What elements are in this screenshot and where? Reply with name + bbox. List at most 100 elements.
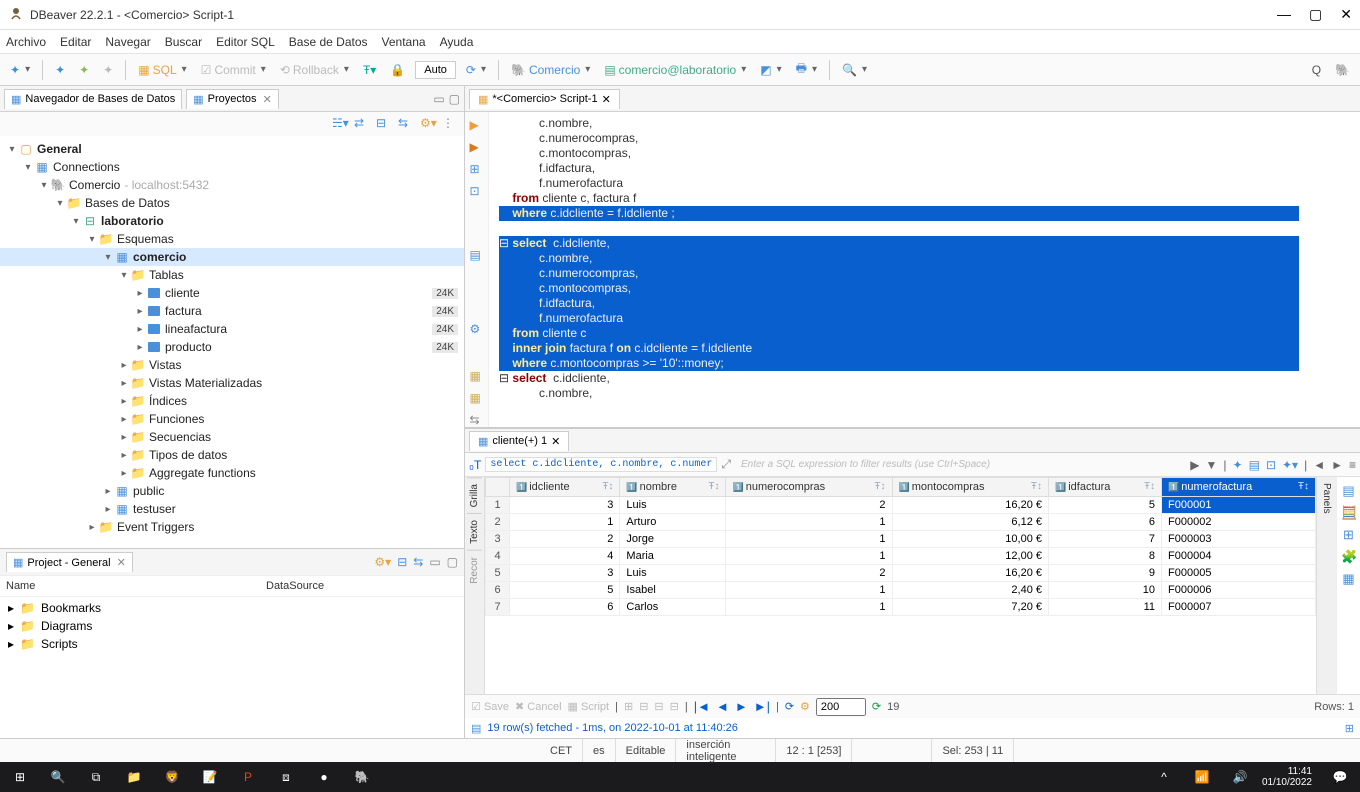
tree-node-general[interactable]: ▾▢General xyxy=(0,140,464,158)
settings-icon[interactable]: ⚙▾ xyxy=(374,555,391,569)
panel-refs-icon[interactable]: ▦ xyxy=(1341,571,1356,587)
execute-plan-icon[interactable]: ⊞ xyxy=(470,162,484,176)
results-grid[interactable]: 1️⃣idclienteŦ↕1️⃣nombreŦ↕1️⃣numerocompra… xyxy=(485,477,1316,694)
minimize-panel-button[interactable]: ▭ xyxy=(433,92,444,106)
col-numerocompras[interactable]: 1️⃣numerocomprasŦ↕ xyxy=(726,478,892,497)
minimize-button[interactable]: — xyxy=(1277,6,1291,23)
col-idfactura[interactable]: 1️⃣idfacturaŦ↕ xyxy=(1049,478,1162,497)
txn-log-button[interactable]: ⟳ xyxy=(462,61,490,79)
column-name[interactable]: Name xyxy=(6,580,266,592)
auto-commit-combo[interactable]: Auto xyxy=(415,61,456,79)
editor-text-area[interactable]: c.nombre, c.numerocompras, c.montocompra… xyxy=(489,112,1360,427)
print-button[interactable]: 🖶 xyxy=(792,57,821,82)
disconnect-button[interactable]: ✦ xyxy=(75,61,93,79)
menu-editar[interactable]: Editar xyxy=(60,35,91,49)
auto-refresh-icon[interactable]: ⚙ xyxy=(800,700,810,713)
close-icon[interactable]: ✕ xyxy=(117,556,126,569)
tab-db-navigator[interactable]: ▦Navegador de Bases de Datos xyxy=(4,89,182,109)
save-filter-icon[interactable]: ✦ xyxy=(1233,458,1243,472)
menu-buscar[interactable]: Buscar xyxy=(165,35,202,49)
table-row[interactable]: 2 1 Arturo 1 6,12 € 6 F000002 xyxy=(486,514,1316,531)
col-nombre[interactable]: 1️⃣nombreŦ↕ xyxy=(620,478,726,497)
menu-ayuda[interactable]: Ayuda xyxy=(440,35,474,49)
connect-button[interactable]: ✦ xyxy=(51,61,69,79)
collapse-icon[interactable]: ⊟ xyxy=(376,116,392,132)
collapse-icon[interactable]: ⊟ xyxy=(397,555,407,569)
fetch-size-input[interactable] xyxy=(816,698,866,716)
tree-node-comercio[interactable]: ▾🐘Comercio- localhost:5432 xyxy=(0,176,464,194)
close-icon[interactable]: ✕ xyxy=(263,93,272,106)
tree-node-laboratorio[interactable]: ▾⊟laboratorio xyxy=(0,212,464,230)
prev-page-icon[interactable]: ◄ xyxy=(716,699,729,714)
maximize-panel-button[interactable]: ▢ xyxy=(447,555,458,569)
tab-result-cliente[interactable]: ▦cliente(+) 1✕ xyxy=(469,431,569,451)
link-icon[interactable]: ⇆ xyxy=(470,413,484,427)
apply-filter-icon[interactable]: ▶ xyxy=(1190,458,1199,472)
rollback-button[interactable]: ⟲ Rollback xyxy=(276,61,353,79)
filter-connections-icon[interactable]: ☵▾ xyxy=(332,116,348,132)
search-button[interactable]: 🔍 xyxy=(838,61,871,79)
column-datasource[interactable]: DataSource xyxy=(266,580,324,592)
next-page-icon[interactable]: ► xyxy=(735,699,748,714)
prev-icon[interactable]: ◄ xyxy=(1313,458,1325,472)
close-button[interactable]: ✕ xyxy=(1340,6,1352,23)
first-page-icon[interactable]: |◄ xyxy=(694,699,710,714)
tree-node-lineafactura[interactable]: ▸lineafactura24K xyxy=(0,320,464,338)
tree-node-event-triggers[interactable]: ▸📁Event Triggers xyxy=(0,518,464,536)
select-row-icon[interactable]: ⊡ xyxy=(470,184,484,198)
maximize-button[interactable]: ▢ xyxy=(1309,6,1322,23)
new-connection-button[interactable]: ✦ xyxy=(6,61,34,79)
sql-editor-button[interactable]: ▦ SQL xyxy=(134,61,190,79)
tab-grid[interactable]: Grilla xyxy=(467,477,482,513)
tab-projects[interactable]: ▦Proyectos✕ xyxy=(186,89,279,109)
tree-node-producto[interactable]: ▸producto24K xyxy=(0,338,464,356)
tab-project-general[interactable]: ▦Project - General✕ xyxy=(6,552,133,572)
perspective-button[interactable]: 🐘 xyxy=(1331,61,1354,79)
tree-node-bases-de-datos[interactable]: ▾📁Bases de Datos xyxy=(0,194,464,212)
tree-node-tipos-de-datos[interactable]: ▸📁Tipos de datos xyxy=(0,446,464,464)
panels-icon[interactable]: ✦▾ xyxy=(1282,458,1298,472)
execute-script-icon[interactable]: ▶ xyxy=(470,140,484,154)
settings-icon[interactable]: ⚙▾ xyxy=(420,116,436,132)
tree-node-vistas[interactable]: ▸📁Vistas xyxy=(0,356,464,374)
menu-editor sql[interactable]: Editor SQL xyxy=(216,35,275,49)
save-button[interactable]: ☑ Save xyxy=(471,700,509,713)
fetch-next-icon[interactable]: ⟳ xyxy=(872,700,881,713)
import-icon[interactable]: ▦ xyxy=(470,391,484,405)
menu-ventana[interactable]: Ventana xyxy=(382,35,426,49)
tree-node-aggregate-functions[interactable]: ▸📁Aggregate functions xyxy=(0,464,464,482)
close-icon[interactable]: ✕ xyxy=(602,93,611,106)
script-button[interactable]: ▦ Script xyxy=(568,700,610,713)
explain-icon[interactable]: ▤ xyxy=(470,248,484,262)
connection-selector[interactable]: 🐘 Comercio xyxy=(507,61,594,79)
txn-mode-button[interactable]: Ŧ▾ xyxy=(359,61,380,79)
cancel-button[interactable]: ✖ Cancel xyxy=(515,700,562,713)
tab-panels[interactable]: Panels xyxy=(1319,477,1334,520)
table-row[interactable]: 5 3 Luis 2 16,20 € 9 F000005 xyxy=(486,565,1316,582)
table-row[interactable]: 1 3 Luis 2 16,20 € 5 F000001 xyxy=(486,497,1316,514)
tab-record[interactable]: Recor xyxy=(467,550,482,590)
tree-node-connections[interactable]: ▾▦Connections xyxy=(0,158,464,176)
project-item-diagrams[interactable]: ▸📁Diagrams xyxy=(0,617,464,635)
panel-value-icon[interactable]: ▤ xyxy=(1341,483,1356,499)
tree-node-esquemas[interactable]: ▾📁Esquemas xyxy=(0,230,464,248)
quick-access-button[interactable]: Q xyxy=(1308,61,1325,79)
next-icon[interactable]: ► xyxy=(1331,458,1343,472)
minimize-panel-button[interactable]: ▭ xyxy=(429,555,440,569)
clear-filter-icon[interactable]: ▼ xyxy=(1206,458,1218,472)
table-row[interactable]: 4 4 Maria 1 12,00 € 8 F000004 xyxy=(486,548,1316,565)
schema-button[interactable]: ◩ xyxy=(756,61,785,79)
panel-grouping-icon[interactable]: ⊞ xyxy=(1341,527,1356,543)
menu-base de datos[interactable]: Base de Datos xyxy=(289,35,368,49)
execute-icon[interactable]: ▶ xyxy=(470,118,484,132)
tab-script-1[interactable]: ▦*<Comercio> Script-1✕ xyxy=(469,89,620,109)
menu-archivo[interactable]: Archivo xyxy=(6,35,46,49)
col-montocompras[interactable]: 1️⃣montocomprasŦ↕ xyxy=(892,478,1048,497)
project-item-scripts[interactable]: ▸📁Scripts xyxy=(0,635,464,653)
refresh-icon[interactable]: ⇄ xyxy=(354,116,370,132)
tree-node-vistas-materializadas[interactable]: ▸📁Vistas Materializadas xyxy=(0,374,464,392)
tree-node-comercio[interactable]: ▾▦comercio xyxy=(0,248,464,266)
tree-node-cliente[interactable]: ▸cliente24K xyxy=(0,284,464,302)
copy-row-icon[interactable]: ⊟ xyxy=(639,700,648,713)
close-icon[interactable]: ✕ xyxy=(551,435,560,448)
